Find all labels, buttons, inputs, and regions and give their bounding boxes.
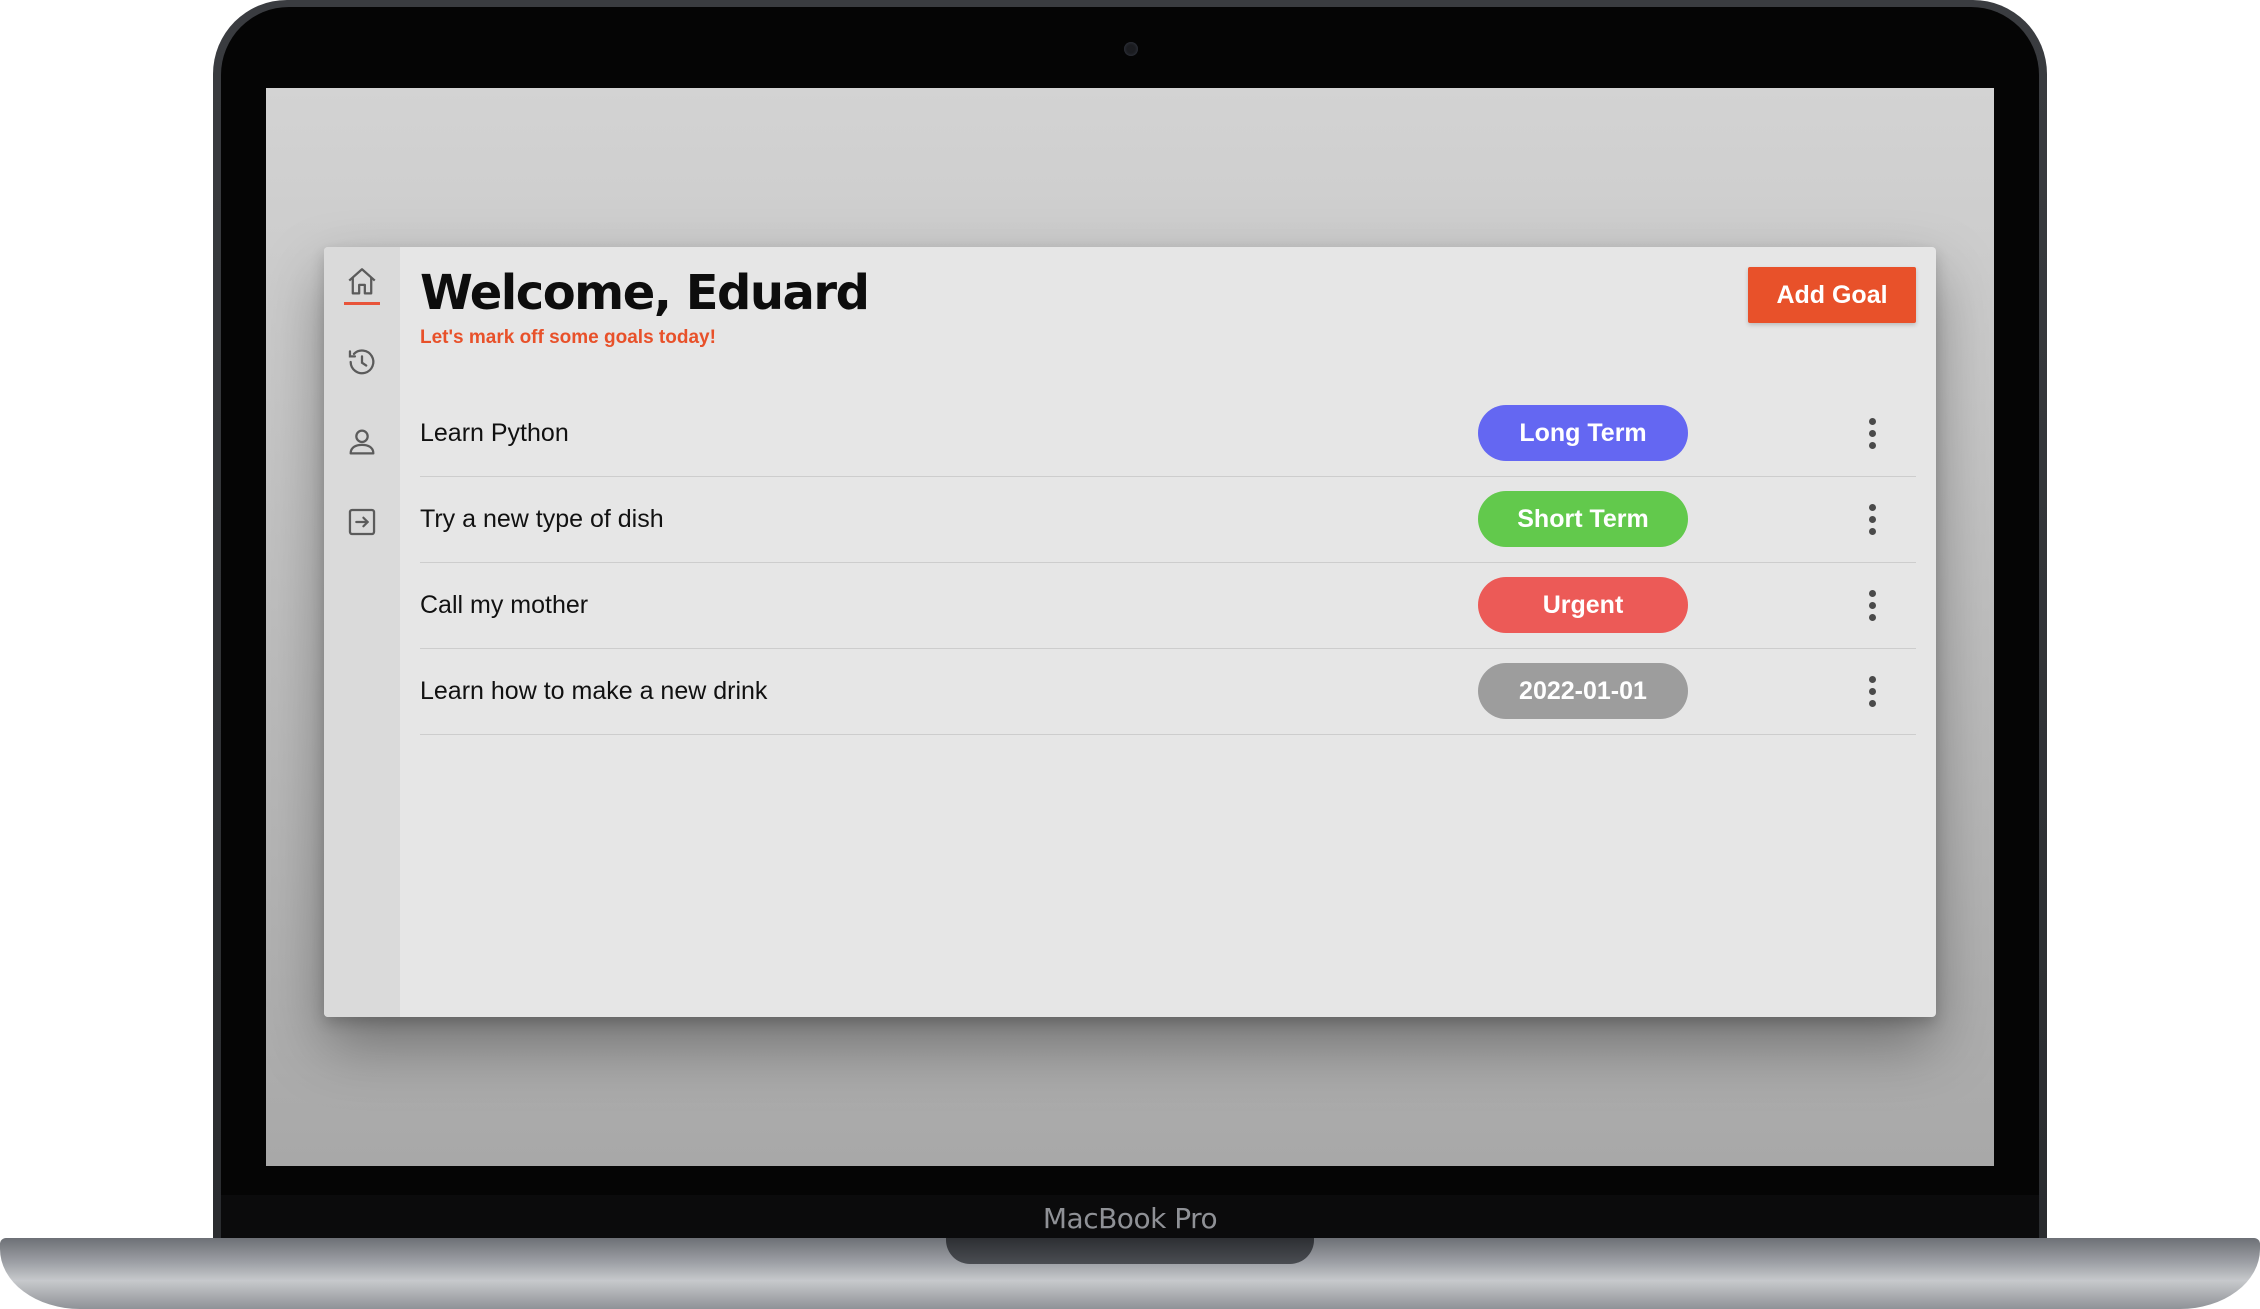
goal-row[interactable]: Try a new type of dish Short Term <box>420 477 1916 563</box>
add-goal-button[interactable]: Add Goal <box>1748 267 1916 323</box>
sidebar <box>324 247 400 1017</box>
goal-text: Try a new type of dish <box>420 505 664 533</box>
page-subtitle: Let's mark off some goals today! <box>420 327 716 348</box>
goal-tag[interactable]: Long Term <box>1478 405 1688 461</box>
goal-row[interactable]: Learn Python Long Term <box>420 391 1916 477</box>
logout-icon <box>348 508 376 536</box>
more-options-icon[interactable] <box>1852 497 1892 541</box>
more-options-icon[interactable] <box>1852 583 1892 627</box>
goal-row[interactable]: Call my mother Urgent <box>420 563 1916 649</box>
more-options-icon[interactable] <box>1852 411 1892 455</box>
user-icon <box>349 429 375 455</box>
model-label: MacBook Pro <box>1042 1202 1218 1235</box>
laptop-mockup: Welcome, Eduard Let's mark off some goal… <box>0 0 2260 1309</box>
history-icon <box>348 349 375 375</box>
more-options-icon[interactable] <box>1852 669 1892 713</box>
goal-text: Call my mother <box>420 591 589 619</box>
active-indicator <box>344 302 380 305</box>
laptop-screen: Welcome, Eduard Let's mark off some goal… <box>266 88 1994 1166</box>
sidebar-item-logout[interactable] <box>343 503 381 541</box>
goal-text: Learn Python <box>420 419 569 447</box>
camera-icon <box>1124 42 1138 56</box>
sidebar-item-profile[interactable] <box>343 423 381 461</box>
goal-row[interactable]: Learn how to make a new drink 2022-01-01 <box>420 649 1916 735</box>
laptop-base-notch <box>946 1238 1314 1264</box>
goal-tag[interactable]: Urgent <box>1478 577 1688 633</box>
goal-list: Learn Python Long Term Try a new type of… <box>420 391 1916 735</box>
sidebar-item-home[interactable] <box>343 263 381 301</box>
page-title: Welcome, Eduard <box>420 265 870 321</box>
main-content: Welcome, Eduard Let's mark off some goal… <box>420 247 1916 1017</box>
goals-app-window: Welcome, Eduard Let's mark off some goal… <box>324 247 1936 1017</box>
goal-text: Learn how to make a new drink <box>420 677 768 705</box>
goal-tag[interactable]: 2022-01-01 <box>1478 663 1688 719</box>
home-icon <box>348 268 376 295</box>
sidebar-item-history[interactable] <box>343 343 381 381</box>
goal-tag[interactable]: Short Term <box>1478 491 1688 547</box>
